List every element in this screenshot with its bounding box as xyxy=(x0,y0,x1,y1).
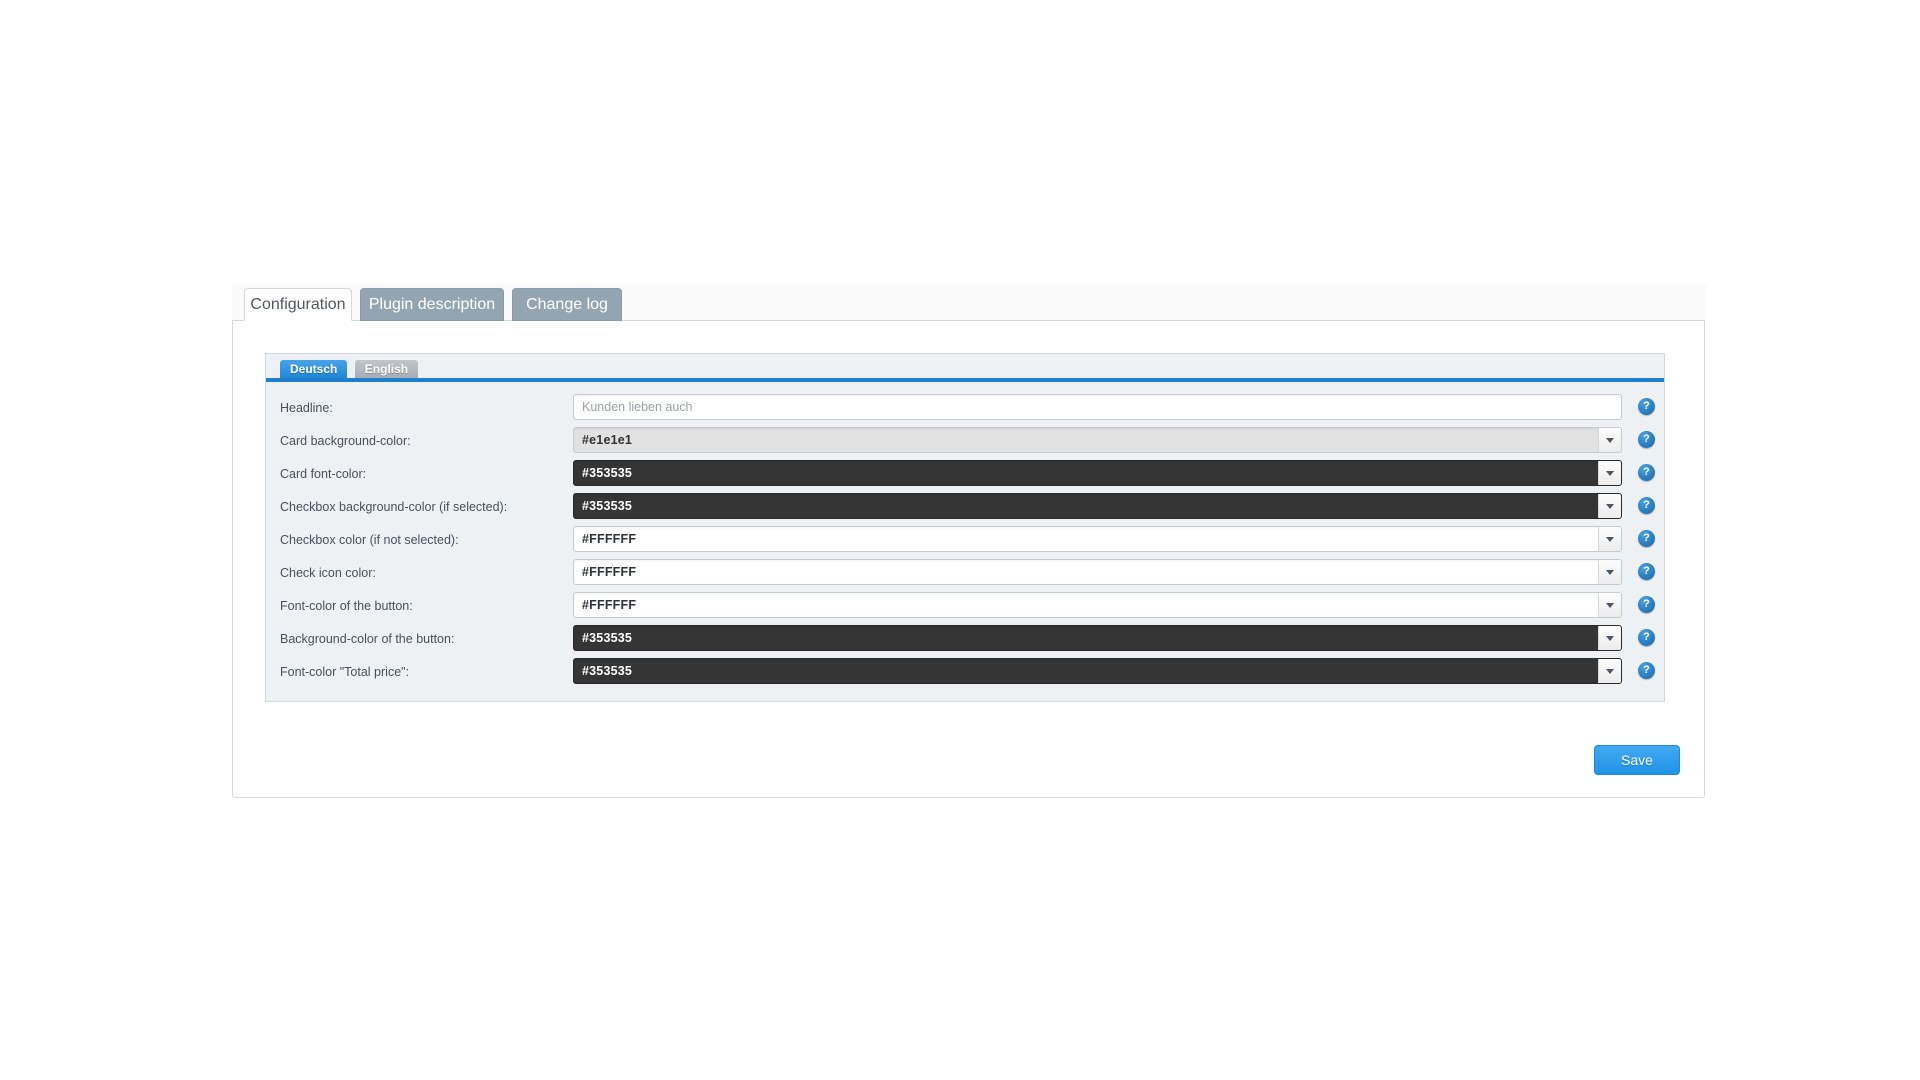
help-icon-check-icon-color[interactable]: ? xyxy=(1638,563,1655,580)
language-tab-deutsch[interactable]: Deutsch xyxy=(280,360,348,378)
label-check-icon-color: Check icon color: xyxy=(280,566,376,580)
main-tabstrip: Configuration Plugin description Change … xyxy=(232,283,1705,321)
headline-input[interactable] xyxy=(573,394,1622,420)
help-icon-headline[interactable]: ? xyxy=(1638,398,1655,415)
tab-change-log-label: Change log xyxy=(526,296,608,313)
form-row-checkbox-background-color: Checkbox background-color (if selected):… xyxy=(266,491,1664,524)
chevron-down-icon xyxy=(1598,626,1621,650)
check-icon-color-select[interactable]: #FFFFFF xyxy=(573,559,1622,585)
form-row-total-price-font-color: Font-color "Total price": #353535 ? xyxy=(266,656,1664,689)
button-font-color-value: #FFFFFF xyxy=(582,598,637,612)
chevron-down-icon xyxy=(1598,527,1621,551)
field-holder-headline xyxy=(573,394,1622,420)
language-tab-english[interactable]: English xyxy=(354,360,419,378)
tab-plugin-description-label: Plugin description xyxy=(368,296,496,313)
checkbox-color-select[interactable]: #FFFFFF xyxy=(573,526,1622,552)
field-holder-check-icon-color: #FFFFFF xyxy=(573,559,1622,585)
save-area: Save xyxy=(1594,745,1680,775)
tab-plugin-description[interactable]: Plugin description xyxy=(360,288,504,321)
chevron-down-icon xyxy=(1598,428,1621,452)
language-tabstrip: Deutsch English xyxy=(266,354,1664,378)
form-row-button-font-color: Font-color of the button: #FFFFFF ? xyxy=(266,590,1664,623)
form-row-checkbox-color: Checkbox color (if not selected): #FFFFF… xyxy=(266,524,1664,557)
tab-configuration[interactable]: Configuration xyxy=(244,288,352,321)
help-icon-button-background-color[interactable]: ? xyxy=(1638,629,1655,646)
field-holder-checkbox-background-color: #353535 xyxy=(573,493,1622,519)
language-tab-english-label: English xyxy=(364,362,409,376)
card-background-color-select[interactable]: #e1e1e1 xyxy=(573,427,1622,453)
chevron-down-icon xyxy=(1598,593,1621,617)
chevron-down-icon xyxy=(1598,461,1621,485)
chevron-down-icon xyxy=(1598,494,1621,518)
label-headline: Headline: xyxy=(280,401,333,415)
checkbox-background-color-value: #353535 xyxy=(582,499,633,513)
app-root: Configuration Plugin description Change … xyxy=(0,0,1920,1080)
language-form-block: Deutsch English Headline: ? xyxy=(265,353,1665,702)
tab-change-log[interactable]: Change log xyxy=(512,288,622,321)
label-checkbox-color: Checkbox color (if not selected): xyxy=(280,533,459,547)
help-icon-card-font-color[interactable]: ? xyxy=(1638,464,1655,481)
configuration-tab-panel: Deutsch English Headline: ? xyxy=(232,321,1705,798)
label-checkbox-background-color: Checkbox background-color (if selected): xyxy=(280,500,508,514)
configuration-form: Headline: ? Card background-color: #e1e1… xyxy=(266,382,1664,701)
form-row-card-background-color: Card background-color: #e1e1e1 ? xyxy=(266,425,1664,458)
form-row-card-font-color: Card font-color: #353535 ? xyxy=(266,458,1664,491)
help-icon-checkbox-background-color[interactable]: ? xyxy=(1638,497,1655,514)
card-font-color-value: #353535 xyxy=(582,466,633,480)
label-button-background-color: Background-color of the button: xyxy=(280,632,455,646)
field-holder-total-price-font-color: #353535 xyxy=(573,658,1622,684)
button-background-color-value: #353535 xyxy=(582,631,633,645)
field-holder-card-font-color: #353535 xyxy=(573,460,1622,486)
plugin-configuration-panel: Configuration Plugin description Change … xyxy=(232,283,1705,799)
total-price-font-color-value: #353535 xyxy=(582,664,633,678)
field-holder-card-background-color: #e1e1e1 xyxy=(573,427,1622,453)
form-row-headline: Headline: ? xyxy=(266,392,1664,425)
help-icon-total-price-font-color[interactable]: ? xyxy=(1638,662,1655,679)
label-card-background-color: Card background-color: xyxy=(280,434,411,448)
label-card-font-color: Card font-color: xyxy=(280,467,367,481)
field-holder-checkbox-color: #FFFFFF xyxy=(573,526,1622,552)
chevron-down-icon xyxy=(1598,560,1621,584)
help-icon-checkbox-color[interactable]: ? xyxy=(1638,530,1655,547)
check-icon-color-value: #FFFFFF xyxy=(582,565,637,579)
save-button[interactable]: Save xyxy=(1594,745,1680,775)
form-row-button-background-color: Background-color of the button: #353535 … xyxy=(266,623,1664,656)
help-icon-card-background-color[interactable]: ? xyxy=(1638,431,1655,448)
checkbox-color-value: #FFFFFF xyxy=(582,532,637,546)
field-holder-button-font-color: #FFFFFF xyxy=(573,592,1622,618)
label-button-font-color: Font-color of the button: xyxy=(280,599,413,613)
help-icon-button-font-color[interactable]: ? xyxy=(1638,596,1655,613)
total-price-font-color-select[interactable]: #353535 xyxy=(573,658,1622,684)
tab-configuration-label: Configuration xyxy=(250,296,346,313)
button-background-color-select[interactable]: #353535 xyxy=(573,625,1622,651)
card-font-color-select[interactable]: #353535 xyxy=(573,460,1622,486)
label-total-price-font-color: Font-color "Total price": xyxy=(280,665,410,679)
checkbox-background-color-select[interactable]: #353535 xyxy=(573,493,1622,519)
card-background-color-value: #e1e1e1 xyxy=(582,433,633,447)
field-holder-button-background-color: #353535 xyxy=(573,625,1622,651)
language-tab-deutsch-label: Deutsch xyxy=(290,362,338,376)
form-row-check-icon-color: Check icon color: #FFFFFF ? xyxy=(266,557,1664,590)
button-font-color-select[interactable]: #FFFFFF xyxy=(573,592,1622,618)
chevron-down-icon xyxy=(1598,659,1621,683)
